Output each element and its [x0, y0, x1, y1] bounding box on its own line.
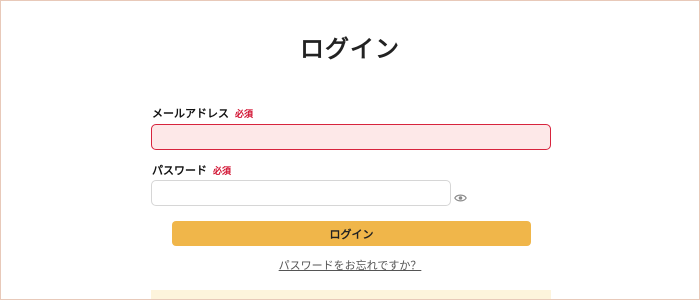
login-page: ログイン メールアドレス 必須 パスワード 必須 ログイン パスワードをお忘れですか… — [0, 0, 700, 300]
eye-icon[interactable] — [454, 188, 467, 202]
email-label: メールアドレス — [152, 107, 229, 120]
page-title: ログイン — [300, 35, 400, 63]
email-required-badge: 必須 — [235, 110, 254, 120]
email-input[interactable] — [151, 124, 551, 150]
password-required-badge: 必須 — [213, 167, 232, 177]
bottom-notice-box — [151, 290, 551, 299]
password-label: パスワード — [152, 164, 207, 177]
password-input[interactable] — [151, 180, 451, 206]
email-label-row: メールアドレス 必須 — [152, 105, 253, 121]
forgot-password-link[interactable]: パスワードをお忘れですか？ — [1, 257, 699, 273]
password-label-row: パスワード 必須 — [152, 162, 231, 178]
login-button[interactable]: ログイン — [172, 221, 531, 246]
